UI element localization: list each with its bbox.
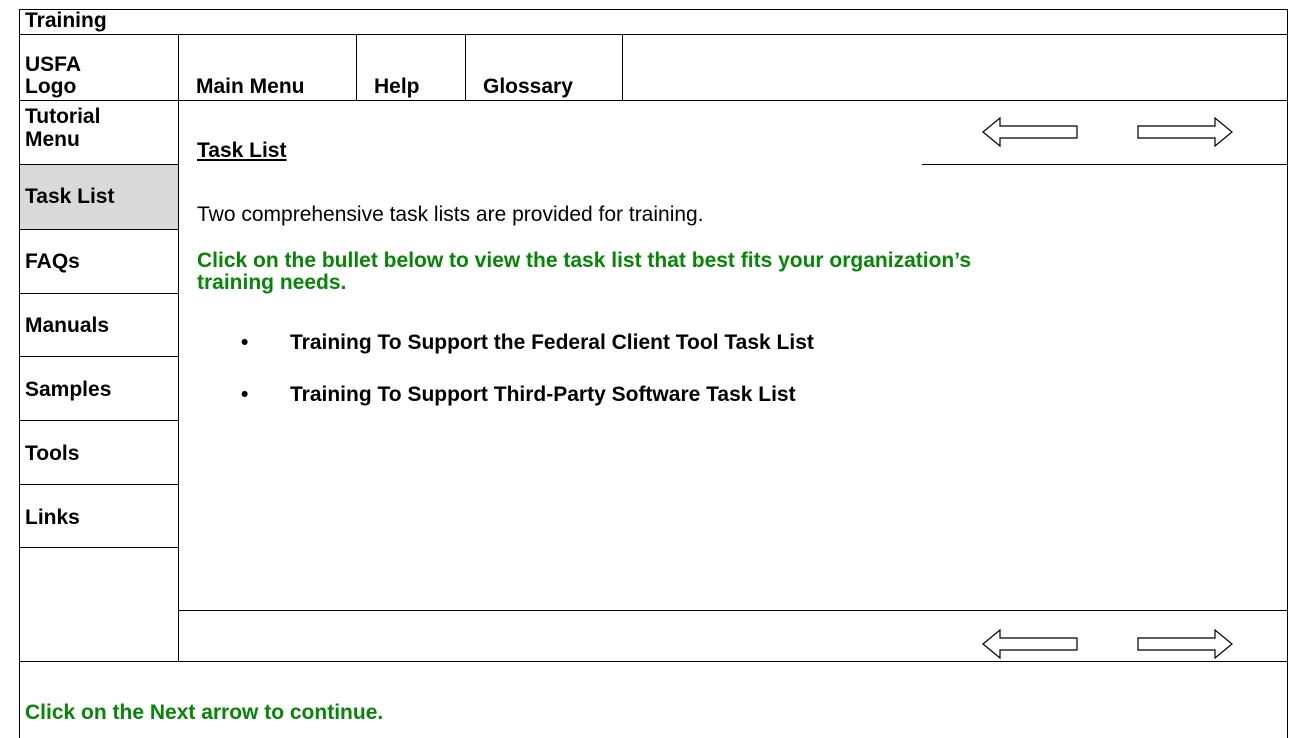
sidebar-separator bbox=[19, 484, 178, 485]
sidebar-separator bbox=[19, 229, 178, 230]
outer-right-border bbox=[1287, 9, 1288, 738]
left-arrow-icon bbox=[982, 117, 1078, 147]
task-list-link-third-party-software[interactable]: Training To Support Third-Party Software… bbox=[290, 383, 796, 407]
sidebar-separator bbox=[19, 420, 178, 421]
sidebar-item-samples[interactable]: Samples bbox=[25, 378, 111, 402]
back-arrow-button-bottom[interactable] bbox=[982, 629, 1078, 659]
sidebar-separator bbox=[19, 164, 178, 165]
page-title: Task List bbox=[197, 139, 287, 162]
outer-left-border bbox=[19, 9, 20, 738]
task-list-link-federal-client-tool[interactable]: Training To Support the Federal Client T… bbox=[290, 331, 814, 355]
tutorial-menu-heading-line1: Tutorial bbox=[25, 105, 101, 128]
instruction-text-line2: training needs. bbox=[197, 271, 347, 294]
back-arrow-button[interactable] bbox=[982, 117, 1078, 147]
title-divider bbox=[19, 34, 1287, 35]
footer-divider bbox=[19, 661, 1287, 662]
sidebar-item-tools[interactable]: Tools bbox=[25, 442, 79, 466]
outer-top-border bbox=[19, 9, 1287, 10]
intro-text: Two comprehensive task lists are provide… bbox=[197, 203, 704, 226]
footer-instruction: Click on the Next arrow to continue. bbox=[25, 701, 384, 724]
sidebar-item-faqs[interactable]: FAQs bbox=[25, 250, 80, 274]
menu-divider-2 bbox=[465, 34, 466, 100]
sidebar-item-links[interactable]: Links bbox=[25, 506, 80, 530]
bullet-icon: • bbox=[241, 383, 249, 406]
right-arrow-icon bbox=[1137, 629, 1233, 659]
tutorial-menu-heading-line2: Menu bbox=[25, 128, 80, 151]
glossary-link[interactable]: Glossary bbox=[483, 75, 573, 99]
menu-divider-3 bbox=[622, 34, 623, 100]
instruction-text-line1: Click on the bullet below to view the ta… bbox=[197, 249, 971, 272]
sidebar-separator bbox=[19, 293, 178, 294]
bullet-icon: • bbox=[241, 331, 249, 354]
next-arrow-button[interactable] bbox=[1137, 117, 1233, 147]
bottom-nav-divider bbox=[178, 610, 1287, 611]
sidebar-item-task-list[interactable]: Task List bbox=[25, 185, 114, 209]
header-divider bbox=[19, 100, 1287, 101]
logo-placeholder-line1: USFA bbox=[25, 53, 82, 76]
sidebar-item-manuals[interactable]: Manuals bbox=[25, 314, 109, 338]
main-menu-link[interactable]: Main Menu bbox=[196, 75, 305, 99]
help-link[interactable]: Help bbox=[374, 75, 420, 99]
logo-placeholder-line2: Logo bbox=[25, 75, 77, 98]
menu-divider-1 bbox=[356, 34, 357, 100]
app-title: Training bbox=[25, 9, 107, 32]
sidebar-separator bbox=[19, 547, 178, 548]
right-arrow-icon bbox=[1137, 117, 1233, 147]
next-arrow-button-bottom[interactable] bbox=[1137, 629, 1233, 659]
sidebar-separator bbox=[19, 356, 178, 357]
left-arrow-icon bbox=[982, 629, 1078, 659]
top-arrow-underline bbox=[922, 164, 1287, 165]
left-column-divider bbox=[178, 34, 179, 661]
